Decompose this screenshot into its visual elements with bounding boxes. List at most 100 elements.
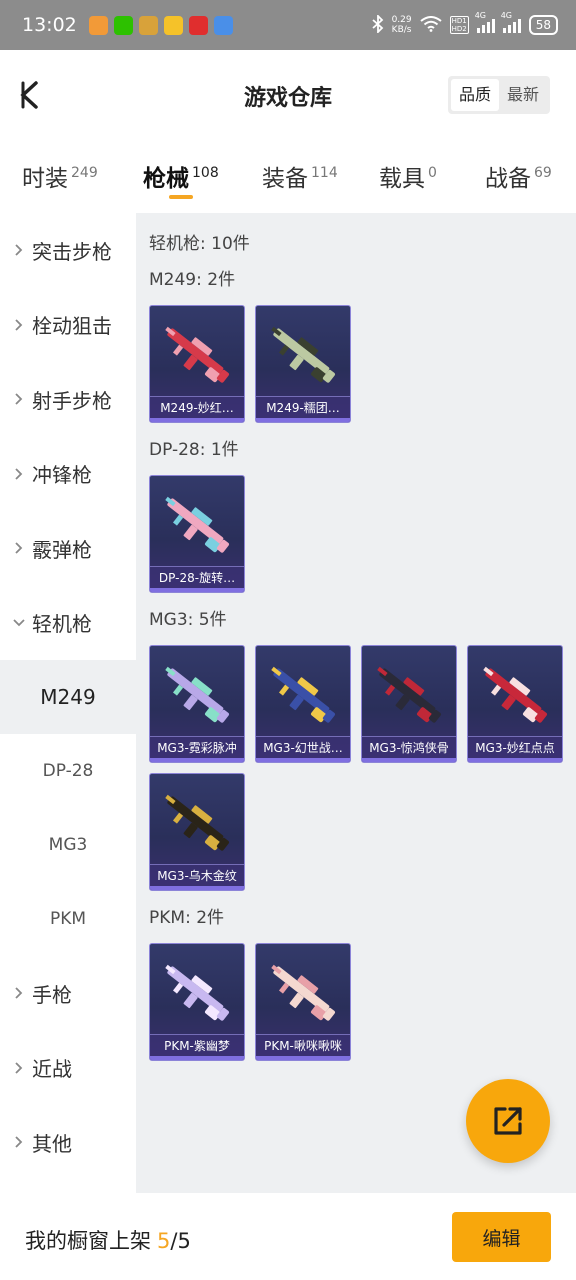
sort-newest-button[interactable]: 最新 <box>499 79 547 111</box>
weapon-skin-card[interactable]: MG3-惊鸿侠骨 <box>361 645 457 763</box>
sort-quality-button[interactable]: 品质 <box>450 79 499 111</box>
sidebar-subitem-m249[interactable]: M249 <box>0 660 136 734</box>
weapon-skin-card[interactable]: PKM-紫幽梦 <box>149 943 245 1061</box>
tab-fashion[interactable]: 时装 249 <box>22 145 98 213</box>
tab-count: 108 <box>192 165 219 181</box>
sidebar-subitem-pkm[interactable]: PKM <box>0 882 136 956</box>
showcase-label: 我的橱窗上架 <box>25 1229 151 1253</box>
net-speed-value: 0.29 <box>391 15 412 25</box>
tab-count: 69 <box>534 165 552 181</box>
sidebar-item-bottom-0[interactable]: 手枪 <box>0 956 136 1031</box>
category-tabs: 时装 249 枪械 108 装备 114 载具 0 战备 69 <box>0 145 576 213</box>
category-total: 轻机枪: 10件 <box>149 234 250 254</box>
chevron-right-icon <box>12 1136 26 1148</box>
sidebar-item-label: 射手步枪 <box>32 388 112 413</box>
weapon-skin-name: DP-28-旋转… <box>150 566 244 588</box>
hd2-label: HD2 <box>451 25 467 33</box>
sidebar-item-top-1[interactable]: 栓动狙击 <box>0 288 136 363</box>
group-title: M249: 2件 <box>149 270 236 290</box>
sidebar-item-top-4[interactable]: 霰弹枪 <box>0 511 136 586</box>
rarity-bar <box>150 588 244 592</box>
rarity-bar <box>362 758 456 762</box>
tab-label: 装备 <box>262 166 308 192</box>
machine-gun-icon <box>165 496 229 553</box>
weapon-skin-card[interactable]: M249-妙红… <box>149 305 245 423</box>
chevron-right-icon <box>12 987 26 999</box>
machine-gun-icon <box>377 666 441 723</box>
group-title: DP-28: 1件 <box>149 440 239 460</box>
weapon-skin-card[interactable]: DP-28-旋转… <box>149 475 245 593</box>
bottom-bar: 我的橱窗上架 5/5 编辑 <box>0 1193 576 1280</box>
page-header: 游戏仓库 品质 最新 <box>0 50 576 145</box>
tab-label: 枪械 <box>143 166 189 192</box>
weapon-skin-card[interactable]: MG3-霓彩脉冲 <box>149 645 245 763</box>
tab-firearms[interactable]: 枪械 108 <box>143 145 219 213</box>
weapon-type-sidebar: 突击步枪 栓动狙击射手步枪冲锋枪霰弹枪轻机枪 M249 DP-28 MG3 PKM 手枪近战… <box>0 213 136 1193</box>
sidebar-item-label: 手枪 <box>32 982 72 1007</box>
weapon-skin-name: PKM-紫幽梦 <box>150 1034 244 1056</box>
machine-gun-icon <box>271 326 335 383</box>
red-c-app-icon <box>188 15 208 35</box>
weapon-skin-name: MG3-乌木金纹 <box>150 864 244 886</box>
rarity-bar <box>256 418 350 422</box>
sidebar-item-bottom-2[interactable]: 其他 <box>0 1105 136 1180</box>
chevron-down-icon <box>12 619 26 627</box>
sidebar-item-top-5[interactable]: 轻机枪 <box>0 586 136 661</box>
edit-button[interactable]: 编辑 <box>452 1212 551 1262</box>
sidebar-item-top-2[interactable]: 射手步枪 <box>0 362 136 437</box>
sidebar-item-label: 近战 <box>32 1057 72 1082</box>
rarity-bar <box>150 886 244 890</box>
chevron-right-icon <box>12 468 26 480</box>
hd-voice-icon: HD1 HD2 <box>449 16 469 34</box>
machine-gun-icon <box>165 666 229 723</box>
tab-label: 战备 <box>485 166 531 192</box>
machine-gun-icon <box>165 794 229 851</box>
tab-vehicles[interactable]: 载具 0 <box>379 145 437 213</box>
wechat-icon <box>113 15 133 35</box>
share-button[interactable] <box>466 1079 550 1163</box>
tab-label: 时装 <box>22 166 68 192</box>
hd1-label: HD1 <box>451 17 467 25</box>
weapon-skin-card[interactable]: M249-糯团… <box>255 305 351 423</box>
machine-gun-icon <box>165 326 229 383</box>
group-title: MG3: 5件 <box>149 610 227 630</box>
cloud-app-icon <box>213 15 233 35</box>
sidebar-item-bottom-1[interactable]: 近战 <box>0 1031 136 1106</box>
tab-count: 0 <box>428 165 437 181</box>
weapon-skin-name: MG3-惊鸿侠骨 <box>362 736 456 758</box>
meituan-icon <box>163 15 183 35</box>
sidebar-item-top-0[interactable]: 突击步枪 <box>0 213 136 288</box>
sidebar-item-label: 其他 <box>32 1131 72 1156</box>
weapon-skin-name: PKM-啾咪啾咪 <box>256 1034 350 1056</box>
sidebar-item-top-3[interactable]: 冲锋枪 <box>0 437 136 512</box>
tab-supplies[interactable]: 战备 69 <box>485 145 552 213</box>
weapon-skin-card[interactable]: PKM-啾咪啾咪 <box>255 943 351 1061</box>
weapon-skin-name: M249-糯团… <box>256 396 350 418</box>
wifi-icon <box>419 15 442 35</box>
group-title: PKM: 2件 <box>149 908 225 928</box>
signal-label-1: 4G <box>474 11 487 20</box>
weapon-skin-card[interactable]: MG3-妙红点点 <box>467 645 563 763</box>
chevron-right-icon <box>12 393 26 405</box>
sidebar-subitem-dp-28[interactable]: DP-28 <box>0 734 136 808</box>
sidebar-item-label: 冲锋枪 <box>32 463 92 488</box>
item-grid-panel: 轻机枪: 10件 M249: 2件 M249-妙红… M249-糯团… DP-28: … <box>136 213 576 1193</box>
battery-level: 58 <box>535 18 551 32</box>
battery-icon: 58 <box>528 15 558 35</box>
weapon-skin-card[interactable]: MG3-幻世战… <box>255 645 351 763</box>
sidebar-item-label: 轻机枪 <box>32 612 92 637</box>
sidebar-item-label: 霰弹枪 <box>32 537 92 562</box>
tab-label: 载具 <box>379 166 425 192</box>
weapon-skin-name: MG3-妙红点点 <box>468 736 562 758</box>
machine-gun-icon <box>271 964 335 1021</box>
weapon-skin-name: MG3-霓彩脉冲 <box>150 736 244 758</box>
tab-count: 249 <box>71 165 98 181</box>
machine-gun-icon <box>165 964 229 1021</box>
tab-equipment[interactable]: 装备 114 <box>262 145 338 213</box>
chevron-right-icon <box>12 1062 26 1074</box>
weapon-skin-card[interactable]: MG3-乌木金纹 <box>149 773 245 891</box>
sidebar-subitem-mg3[interactable]: MG3 <box>0 808 136 882</box>
external-link-icon <box>494 1107 522 1135</box>
signal-icon-2: 4G <box>501 11 521 33</box>
rarity-bar <box>150 1056 244 1060</box>
